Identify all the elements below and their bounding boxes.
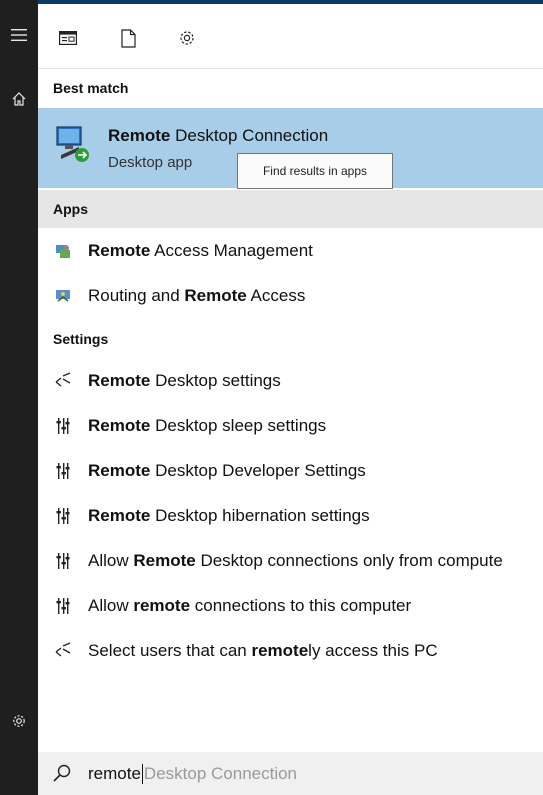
tooltip: Find results in apps: [237, 153, 393, 189]
settings-gear-icon[interactable]: [176, 27, 198, 49]
list-item-label: Remote Desktop Developer Settings: [88, 461, 366, 480]
list-item-label: Remote Desktop settings: [88, 371, 281, 390]
search-icon: [52, 763, 74, 785]
best-match-subtitle: Desktop app: [108, 154, 193, 171]
app-result-routing-remote-access[interactable]: Routing and Remote Access: [38, 276, 543, 316]
setting-result-6[interactable]: Allow remote connections to this compute…: [38, 586, 543, 626]
setting-result-3[interactable]: Remote Desktop Developer Settings: [38, 451, 543, 491]
routing-remote-access-icon: [52, 285, 74, 307]
search-typed-text: remote: [88, 763, 141, 783]
search-results-panel: Best match Remote Desktop Connection Des…: [38, 0, 543, 795]
left-rail: [0, 0, 38, 795]
control-panel-icon: [52, 550, 74, 572]
home-icon[interactable]: [0, 84, 38, 114]
search-input[interactable]: remote Desktop Connection: [88, 763, 298, 784]
setting-result-5[interactable]: Allow Remote Desktop connections only fr…: [38, 541, 543, 581]
settings-gear-icon[interactable]: [0, 706, 38, 736]
list-item-label: Allow remote connections to this compute…: [88, 596, 412, 615]
remote-access-management-icon: [52, 240, 74, 262]
best-match-header: Best match: [53, 80, 129, 96]
settings-header: Settings: [53, 331, 109, 347]
setting-result-7[interactable]: Select users that can remotely access th…: [38, 631, 543, 671]
text-caret: [141, 763, 143, 784]
app-result-remote-access-management[interactable]: Remote Access Management: [38, 231, 543, 271]
list-item-label: Allow Remote Desktop connections only fr…: [88, 551, 503, 570]
search-autocomplete-suggestion: Desktop Connection: [143, 763, 298, 783]
all-view-icon[interactable]: [57, 27, 79, 49]
control-panel-icon: [52, 505, 74, 527]
setting-result-1[interactable]: Remote Desktop settings: [38, 361, 543, 401]
list-item-label: Remote Desktop hibernation settings: [88, 506, 370, 525]
list-item-label: Remote Access Management: [88, 241, 313, 260]
control-panel-icon: [52, 415, 74, 437]
document-icon[interactable]: [117, 27, 139, 49]
control-panel-icon: [52, 460, 74, 482]
remote-desktop-settings-icon: [52, 370, 74, 392]
filter-toolbar: [38, 4, 543, 69]
control-panel-icon: [52, 595, 74, 617]
list-item-label: Select users that can remotely access th…: [88, 641, 438, 660]
setting-result-2[interactable]: Remote Desktop sleep settings: [38, 406, 543, 446]
remote-desktop-connection-icon: [55, 125, 91, 165]
search-bar[interactable]: remote Desktop Connection: [38, 752, 543, 795]
best-match-title: Remote Desktop Connection: [108, 126, 329, 145]
list-item-label: Remote Desktop sleep settings: [88, 416, 327, 435]
setting-result-4[interactable]: Remote Desktop hibernation settings: [38, 496, 543, 536]
remote-desktop-settings-icon: [52, 640, 74, 662]
apps-header: Apps: [38, 190, 543, 228]
hamburger-menu-icon[interactable]: [0, 20, 38, 50]
list-item-label: Routing and Remote Access: [88, 286, 306, 305]
